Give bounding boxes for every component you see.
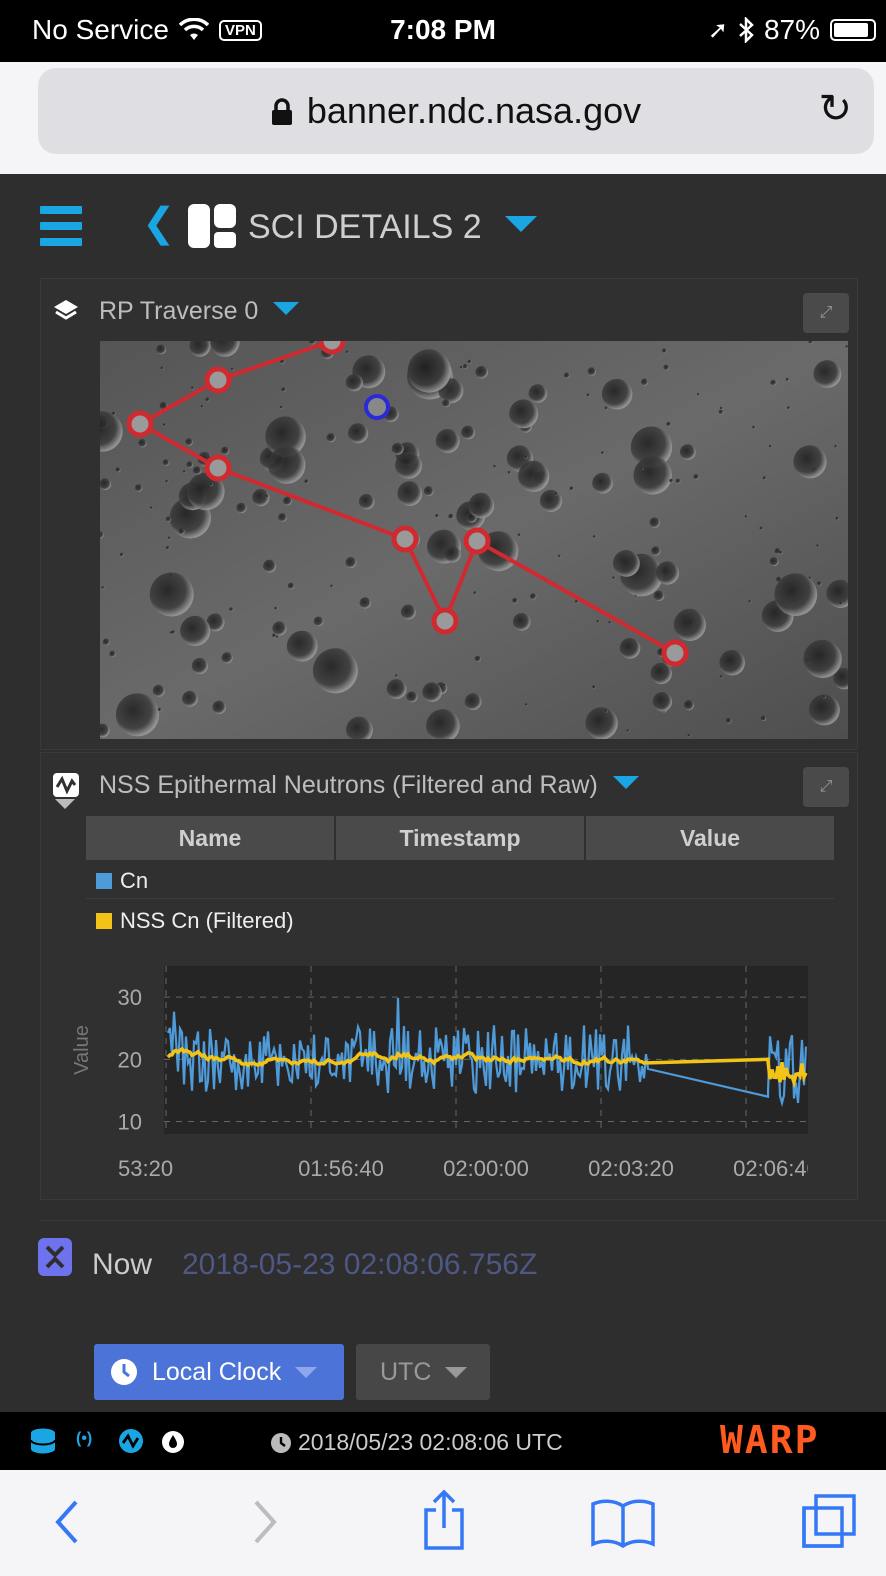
traverse-path	[126, 341, 689, 667]
reload-icon[interactable]: ↻	[818, 86, 852, 132]
legend-row-cn[interactable]: Cn	[96, 868, 148, 894]
col-name-header[interactable]: Name	[86, 816, 334, 860]
map-panel-title[interactable]: RP Traverse 0	[99, 297, 300, 326]
dropdown-caret-icon	[445, 1366, 468, 1378]
waypoint-marker[interactable]	[318, 341, 346, 355]
battery-icon	[830, 19, 876, 41]
dropdown-caret-icon[interactable]	[273, 302, 300, 315]
section-divider	[40, 1220, 886, 1221]
waypoint-marker[interactable]	[204, 366, 232, 394]
location-icon: ➚	[707, 16, 728, 44]
x-tick-label: 01:56:40	[298, 1156, 384, 1181]
values-table-header: Name Timestamp Value	[86, 816, 834, 860]
chart-panel-title[interactable]: NSS Epithermal Neutrons (Filtered and Ra…	[99, 771, 639, 800]
dropdown-caret-icon[interactable]	[505, 216, 538, 232]
waypoint-marker[interactable]	[431, 607, 459, 635]
share-icon[interactable]	[422, 1488, 466, 1550]
warp-logo: WARP	[720, 1418, 820, 1462]
waypoint-marker[interactable]	[391, 525, 419, 553]
legend-swatch	[96, 873, 112, 889]
clock-icon	[111, 1359, 137, 1385]
neutron-chart[interactable]: Value 30 20 10 53:20 01:56:40 02:00:00 02:03:…	[48, 954, 808, 1204]
layers-icon	[54, 300, 78, 320]
x-tick-label: 02:06:40	[733, 1156, 808, 1181]
y-axis-label: Value	[71, 1025, 93, 1075]
clock-icon	[271, 1432, 291, 1453]
waypoint-marker[interactable]	[126, 410, 154, 438]
lock-icon	[271, 98, 292, 125]
tabs-icon[interactable]	[800, 1492, 858, 1550]
local-clock-button[interactable]: Local Clock	[94, 1344, 344, 1400]
app-footer: (•) 2018/05/23 02:08:06 UTC WARP	[0, 1412, 886, 1470]
telemetry-status-icon	[119, 1429, 143, 1453]
database-icon	[30, 1428, 56, 1454]
col-timestamp-header[interactable]: Timestamp	[336, 816, 584, 860]
y-tick-label: 30	[118, 985, 142, 1010]
layout-icon	[188, 204, 236, 248]
status-right: ➚ 87%	[708, 14, 876, 46]
waypoint-marker[interactable]	[463, 527, 491, 555]
now-label: Now	[92, 1248, 153, 1281]
timeline-icon	[38, 1238, 72, 1276]
legend-swatch	[96, 913, 112, 929]
dropdown-caret-icon	[295, 1366, 318, 1378]
x-tick-label: 53:20	[118, 1156, 173, 1181]
url-text: banner.ndc.nasa.gov	[306, 90, 642, 131]
url-display[interactable]: banner.ndc.nasa.gov	[38, 90, 874, 132]
menu-icon[interactable]	[40, 206, 82, 246]
bluetooth-icon	[739, 17, 754, 43]
bookmarks-icon[interactable]	[590, 1498, 656, 1548]
dropdown-caret-icon[interactable]	[612, 776, 639, 789]
traverse-map[interactable]	[100, 341, 848, 739]
water-drop-icon	[162, 1431, 184, 1453]
col-value-header[interactable]: Value	[586, 816, 834, 860]
back-icon[interactable]	[52, 1498, 82, 1546]
browser-toolbar	[0, 1470, 886, 1576]
waypoint-marker[interactable]	[204, 454, 232, 482]
footer-clock: 2018/05/23 02:08:06 UTC	[270, 1429, 563, 1456]
signal-icon: (•)	[76, 1430, 93, 1447]
utc-button[interactable]: UTC	[356, 1344, 490, 1400]
browser-chrome: banner.ndc.nasa.gov ↻	[0, 62, 886, 174]
legend-divider	[86, 898, 834, 899]
address-bar[interactable]: banner.ndc.nasa.gov ↻	[38, 68, 874, 154]
rover-position-marker[interactable]	[364, 394, 390, 420]
x-tick-label: 02:00:00	[443, 1156, 529, 1181]
y-tick-label: 20	[118, 1047, 142, 1072]
now-timestamp: 2018-05-23 02:08:06.756Z	[182, 1248, 538, 1281]
y-tick-label: 10	[118, 1110, 142, 1135]
back-chevron-icon[interactable]: ❮	[142, 200, 176, 246]
app-area: ❮ SCI DETAILS 2 RP Traverse 0 ⤢ NSS Epit…	[0, 174, 886, 1470]
telemetry-icon	[53, 773, 79, 797]
collapse-caret-icon[interactable]	[55, 799, 75, 809]
forward-icon[interactable]	[250, 1498, 280, 1546]
battery-percent: 87%	[763, 14, 820, 45]
expand-icon[interactable]: ⤢	[803, 293, 849, 333]
ios-status-bar: No Service VPN 7:08 PM ➚ 87%	[0, 0, 886, 62]
legend-row-filtered[interactable]: NSS Cn (Filtered)	[96, 908, 294, 934]
expand-icon[interactable]: ⤢	[803, 767, 849, 807]
waypoint-marker[interactable]	[661, 639, 689, 667]
page-title[interactable]: SCI DETAILS 2	[248, 208, 538, 247]
x-tick-label: 02:03:20	[588, 1156, 674, 1181]
